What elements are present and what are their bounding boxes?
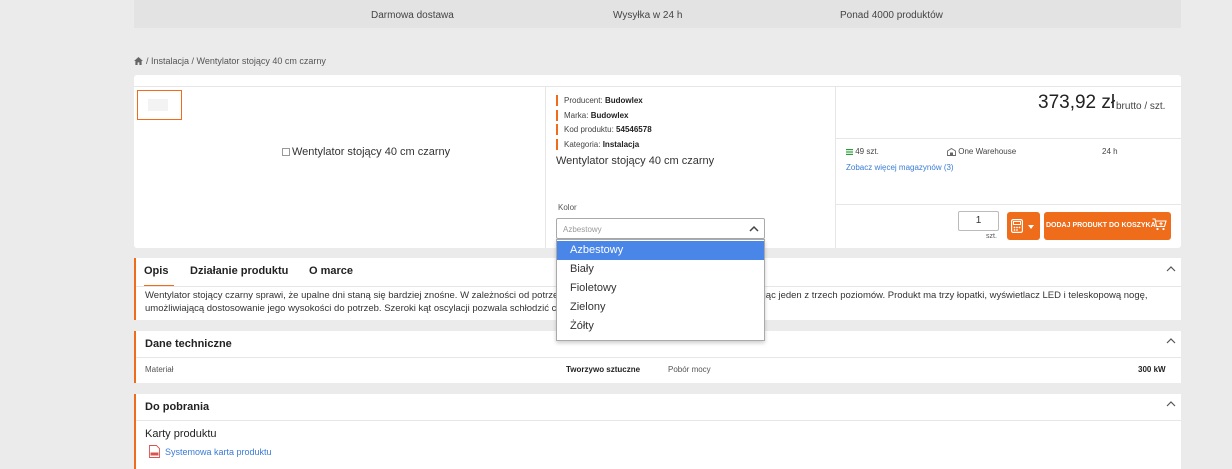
divider (835, 86, 836, 248)
thumbnail-image (148, 99, 168, 111)
chevron-up-icon[interactable] (1166, 338, 1176, 344)
stock-quantity: 49 szt. (846, 147, 879, 156)
divider (134, 86, 1181, 87)
tab-o-marce[interactable]: O marce (309, 265, 353, 277)
feature-free-delivery: Darmowa dostawa (371, 10, 454, 21)
price-suffix: brutto / szt. (1116, 101, 1166, 112)
feature-product-count: Ponad 4000 produktów (840, 10, 943, 21)
chevron-up-icon (749, 225, 759, 232)
meta-category-label: Kategoria: (564, 140, 601, 149)
meta-producer-value[interactable]: Budowlex (605, 96, 643, 105)
list-icon (846, 148, 853, 155)
meta-brand: Marka: Budowlex (556, 110, 628, 121)
tab-dzialanie-produktu[interactable]: Działanie produktu (190, 265, 288, 277)
feature-shipping-24h: Wysyłka w 24 h (613, 10, 683, 21)
price-value: 373,92 zł (1038, 92, 1116, 113)
tab-opis[interactable]: Opis (144, 265, 168, 277)
quantity-input[interactable]: 1 (958, 211, 999, 231)
meta-code: Kod produktu: 54546578 (556, 124, 652, 135)
divider (136, 420, 1181, 421)
spec-material-value: Tworzywo sztuczne (566, 365, 640, 374)
breadcrumb-path[interactable]: / Instalacja / Wentylator stojący 40 cm … (146, 56, 326, 66)
stock-shipping: 24 h (1102, 147, 1118, 156)
meta-category: Kategoria: Instalacja (556, 139, 639, 150)
color-option[interactable]: Azbestowy (557, 241, 764, 260)
feature-bar: Darmowa dostawa Wysyłka w 24 h Ponad 400… (134, 0, 1181, 28)
color-option[interactable]: Fioletowy (557, 279, 764, 298)
stock-warehouse-value: One Warehouse (958, 147, 1017, 156)
color-select[interactable]: Azbestowy (556, 218, 765, 239)
spec-power-value-text: 300 kW (1138, 365, 1166, 374)
meta-category-value[interactable]: Instalacja (603, 140, 639, 149)
broken-image-icon (282, 148, 290, 156)
meta-producer: Producent: Budowlex (556, 95, 643, 106)
divider (545, 86, 546, 248)
divider (835, 138, 1181, 139)
add-to-cart-button[interactable]: DODAJ PRODUKT DO KOSZYKA (1044, 212, 1171, 240)
more-warehouses-link[interactable]: Zobacz więcej magazynów (3) (846, 163, 954, 172)
color-option[interactable]: Biały (557, 260, 764, 279)
downloads-title[interactable]: Do pobrania (145, 401, 209, 413)
warehouse-icon (947, 147, 956, 156)
add-to-cart-label: DODAJ PRODUKT DO KOSZYKA (1046, 222, 1156, 229)
tech-data-title[interactable]: Dane techniczne (145, 338, 232, 350)
product-price: 373,92 zł (1038, 92, 1115, 114)
color-option[interactable]: Żółty (557, 317, 764, 336)
chevron-up-icon[interactable] (1166, 266, 1176, 272)
color-label: Kolor (558, 203, 577, 212)
product-main-image[interactable]: Wentylator stojący 40 cm czarny (282, 146, 450, 158)
spec-power-label: Pobór mocy (668, 365, 711, 374)
product-title: Wentylator stojący 40 cm czarny (556, 155, 715, 167)
meta-producer-label: Producent: (564, 96, 603, 105)
meta-code-value: 54546578 (616, 125, 652, 134)
calculator-icon (1011, 219, 1023, 233)
product-image-alt: Wentylator stojący 40 cm czarny (292, 146, 451, 158)
quantity-unit: szt. (986, 233, 997, 240)
color-option[interactable]: Zielony (557, 298, 764, 317)
product-sheet-link[interactable]: Systemowa karta produktu (149, 445, 272, 458)
meta-brand-value[interactable]: Budowlex (591, 111, 629, 120)
product-sheet-label: Systemowa karta produktu (165, 446, 272, 457)
stock-warehouse: One Warehouse (947, 147, 1016, 156)
downloads-section: Do pobrania Karty produktu Systemowa kar… (134, 394, 1181, 469)
meta-code-label: Kod produktu: (564, 125, 614, 134)
color-select-value: Azbestowy (563, 225, 602, 234)
product-thumbnail[interactable] (137, 90, 182, 120)
downloads-subtitle: Karty produktu (145, 428, 217, 440)
chevron-up-icon[interactable] (1166, 401, 1176, 407)
spec-material-value-text: Tworzywo sztuczne (566, 365, 641, 374)
cart-plus-icon (1152, 218, 1167, 231)
meta-brand-label: Marka: (564, 111, 589, 120)
stock-quantity-value: 49 szt. (855, 147, 879, 156)
divider (835, 204, 1181, 205)
pdf-icon (149, 445, 160, 458)
calculator-button[interactable] (1007, 212, 1040, 240)
color-dropdown[interactable]: Azbestowy Biały Fioletowy Zielony Żółty (556, 239, 765, 341)
divider (136, 357, 1181, 358)
spec-material-label: Materiał (145, 365, 174, 374)
home-icon[interactable] (134, 57, 143, 65)
spec-power-value: 300 kW (1138, 365, 1166, 374)
caret-down-icon (1028, 225, 1034, 229)
breadcrumb: / Instalacja / Wentylator stojący 40 cm … (134, 56, 326, 66)
